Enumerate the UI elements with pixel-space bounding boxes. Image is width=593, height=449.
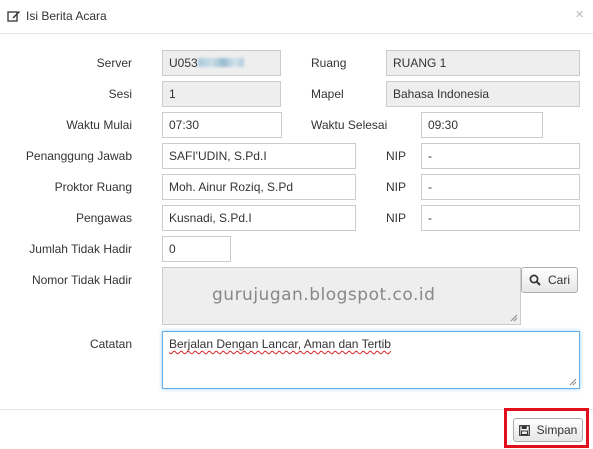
ruang-label: Ruang xyxy=(311,56,347,70)
server-value: U053 xyxy=(169,56,198,70)
proktor-nip-label: NIP xyxy=(386,180,407,194)
pengawas-input[interactable]: Kusnadi, S.Pd.I xyxy=(162,205,356,231)
penanggung-nip-label: NIP xyxy=(386,149,407,163)
waktu-selesai-input[interactable]: 09:30 xyxy=(421,112,543,138)
pengawas-label: Pengawas xyxy=(75,211,132,225)
proktor-nip-input[interactable]: - xyxy=(421,174,580,200)
catatan-label: Catatan xyxy=(89,337,132,351)
sesi-field: 1 xyxy=(162,81,281,107)
mapel-field: Bahasa Indonesia xyxy=(386,81,580,107)
server-field: U053 xyxy=(162,50,281,76)
mapel-label: Mapel xyxy=(311,87,344,101)
penanggung-nip-input[interactable]: - xyxy=(421,143,580,169)
close-button[interactable]: × xyxy=(575,7,584,23)
cari-button[interactable]: Cari xyxy=(521,267,578,293)
pengawas-nip-label: NIP xyxy=(386,211,407,225)
watermark: gurujugan.blogspot.co.id xyxy=(212,285,436,305)
ruang-field: RUANG 1 xyxy=(386,50,580,76)
highlight-box xyxy=(504,408,589,448)
cari-label: Cari xyxy=(547,273,570,287)
waktu-mulai-input[interactable]: 07:30 xyxy=(162,112,282,138)
edit-icon xyxy=(7,11,20,22)
resize-handle[interactable] xyxy=(569,378,577,386)
dialog-header: Isi Berita Acara × xyxy=(0,0,593,34)
redacted-blur xyxy=(197,58,244,68)
catatan-value: Berjalan Dengan Lancar, Aman dan Tertib xyxy=(169,337,391,351)
proktor-ruang-label: Proktor Ruang xyxy=(54,180,132,194)
nomor-tidak-hadir-label: Nomor Tidak Hadir xyxy=(31,273,132,287)
search-icon xyxy=(529,274,541,286)
penanggung-jawab-input[interactable]: SAFI'UDIN, S.Pd.I xyxy=(162,143,356,169)
pengawas-nip-input[interactable]: - xyxy=(421,205,580,231)
server-label: Server xyxy=(96,56,132,70)
proktor-ruang-input[interactable]: Moh. Ainur Roziq, S.Pd xyxy=(162,174,356,200)
penanggung-jawab-label: Penanggung Jawab xyxy=(25,149,132,163)
jumlah-tidak-hadir-label: Jumlah Tidak Hadir xyxy=(29,242,132,256)
sesi-label: Sesi xyxy=(108,87,132,101)
catatan-textarea[interactable]: Berjalan Dengan Lancar, Aman dan Tertib xyxy=(162,331,580,389)
waktu-selesai-label: Waktu Selesai xyxy=(311,118,388,132)
waktu-mulai-label: Waktu Mulai xyxy=(66,118,132,132)
resize-handle[interactable] xyxy=(510,314,518,322)
dialog-title: Isi Berita Acara xyxy=(26,9,107,23)
jumlah-tidak-hadir-input[interactable]: 0 xyxy=(162,236,231,262)
